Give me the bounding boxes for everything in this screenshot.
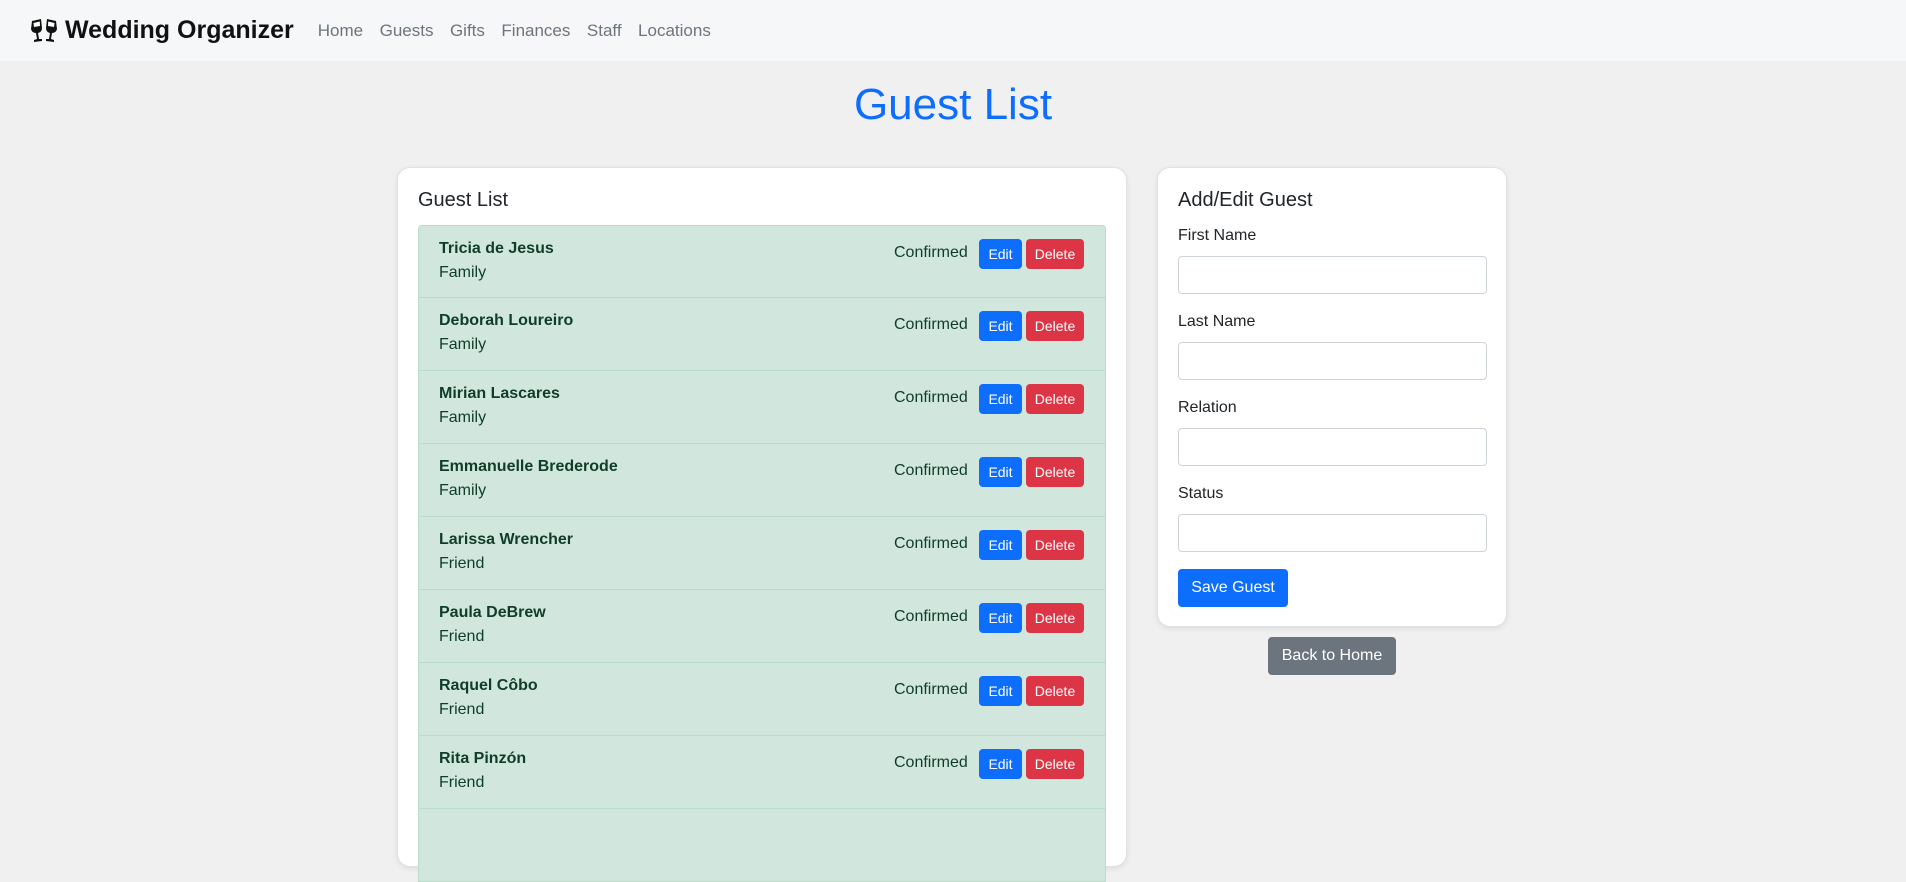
guest-status: Confirmed — [894, 389, 968, 406]
delete-button[interactable]: Delete — [1026, 384, 1084, 414]
guest-status: Confirmed — [894, 608, 968, 625]
relation-field[interactable] — [1178, 428, 1487, 466]
guest-status: Confirmed — [894, 535, 968, 552]
form-title: Add/Edit Guest — [1178, 189, 1313, 211]
guest-status: Confirmed — [894, 754, 968, 771]
guest-row: Rita Pinzón Friend Confirmed Edit Delete — [418, 736, 1106, 809]
nav-link-locations[interactable]: Locations — [638, 21, 711, 41]
guest-relation: Friend — [439, 701, 485, 718]
back-to-home-button[interactable]: Back to Home — [1268, 637, 1396, 675]
guest-row: Raquel Côbo Friend Confirmed Edit Delete — [418, 663, 1106, 736]
guest-list-card: Guest List Tricia de Jesus Family Confir… — [397, 167, 1127, 882]
guest-relation: Family — [439, 264, 487, 281]
nav-link-gifts[interactable]: Gifts — [450, 21, 485, 41]
delete-button[interactable]: Delete — [1026, 749, 1084, 779]
guest-status: Confirmed — [894, 681, 968, 698]
edit-button[interactable]: Edit — [979, 676, 1022, 706]
guest-relation: Friend — [439, 628, 485, 645]
edit-button[interactable]: Edit — [979, 311, 1022, 341]
guest-name: Mirian Lascares — [439, 385, 560, 402]
delete-button[interactable]: Delete — [1026, 311, 1084, 341]
guest-name: Emmanuelle Brederode — [439, 458, 618, 475]
guest-name: Deborah Loureiro — [439, 312, 574, 329]
guest-row: Mirian Lascares Family Confirmed Edit De… — [418, 371, 1106, 444]
page-title: Guest List — [853, 80, 1053, 129]
guest-name: Tricia de Jesus — [439, 240, 554, 257]
guest-name: Rita Pinzón — [439, 750, 527, 767]
guest-row-partial — [418, 809, 1106, 882]
status-field[interactable] — [1178, 514, 1487, 552]
edit-button[interactable]: Edit — [979, 749, 1022, 779]
status-label: Status — [1178, 485, 1224, 502]
guest-row: Larissa Wrencher Friend Confirmed Edit D… — [418, 517, 1106, 590]
brand[interactable]: Wedding Organizer — [29, 16, 294, 45]
guest-status: Confirmed — [894, 462, 968, 479]
guest-row: Deborah Loureiro Family Confirmed Edit D… — [418, 298, 1106, 371]
edit-button[interactable]: Edit — [979, 457, 1022, 487]
first-name-label: First Name — [1178, 227, 1257, 244]
delete-button[interactable]: Delete — [1026, 239, 1084, 269]
last-name-field[interactable] — [1178, 342, 1487, 380]
delete-button[interactable]: Delete — [1026, 676, 1084, 706]
edit-button[interactable]: Edit — [979, 384, 1022, 414]
edit-button[interactable]: Edit — [979, 530, 1022, 560]
guest-status: Confirmed — [894, 316, 968, 333]
brand-name: Wedding Organizer — [65, 16, 294, 44]
guest-relation: Friend — [439, 555, 485, 572]
edit-button[interactable]: Edit — [979, 603, 1022, 633]
last-name-label: Last Name — [1178, 313, 1256, 330]
guest-form-card: Add/Edit Guest First Name Last Name Rela… — [1157, 167, 1507, 627]
nav-link-finances[interactable]: Finances — [501, 21, 570, 41]
guest-relation: Family — [439, 409, 487, 426]
edit-button[interactable]: Edit — [979, 239, 1022, 269]
guest-relation: Family — [439, 336, 487, 353]
nav-link-staff[interactable]: Staff — [587, 21, 622, 41]
guest-name: Raquel Côbo — [439, 677, 538, 694]
first-name-field[interactable] — [1178, 256, 1487, 294]
guest-row: Tricia de Jesus Family Confirmed Edit De… — [418, 225, 1106, 298]
nav-link-guests[interactable]: Guests — [380, 21, 434, 41]
navbar: Wedding Organizer Home Guests Gifts Fina… — [0, 0, 1906, 61]
clinking-glasses-icon — [29, 18, 59, 44]
save-guest-button[interactable]: Save Guest — [1178, 569, 1288, 607]
guest-status: Confirmed — [894, 244, 968, 261]
delete-button[interactable]: Delete — [1026, 603, 1084, 633]
nav-link-home[interactable]: Home — [318, 21, 363, 41]
guest-list-title: Guest List — [418, 189, 509, 211]
guest-name: Larissa Wrencher — [439, 531, 573, 548]
guest-relation: Family — [439, 482, 487, 499]
guest-relation: Friend — [439, 774, 485, 791]
relation-label: Relation — [1178, 399, 1237, 416]
guest-name: Paula DeBrew — [439, 604, 546, 621]
guest-row: Paula DeBrew Friend Confirmed Edit Delet… — [418, 590, 1106, 663]
guest-row: Emmanuelle Brederode Family Confirmed Ed… — [418, 444, 1106, 517]
delete-button[interactable]: Delete — [1026, 457, 1084, 487]
delete-button[interactable]: Delete — [1026, 530, 1084, 560]
guest-list: Tricia de Jesus Family Confirmed Edit De… — [418, 225, 1106, 882]
